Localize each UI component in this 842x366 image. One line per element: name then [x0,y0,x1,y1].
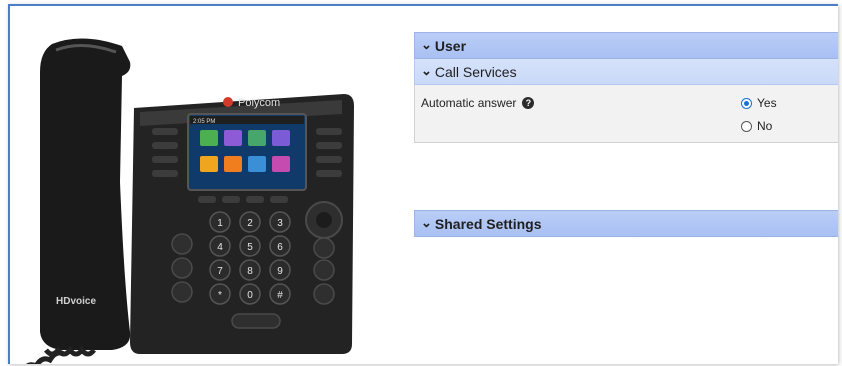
keypad-key-label: 3 [277,218,283,229]
shared-settings-label: Shared Settings [434,215,542,232]
phone-brand: Polycom [238,97,280,109]
keypad-key-label: # [277,290,283,301]
radio-yes-button[interactable] [741,97,752,109]
automatic-answer-label: Automatic answer [421,96,517,110]
chevron-down-icon: ⌄ [421,214,432,230]
shared-settings-section: ⌄ Shared Settings [414,210,838,237]
keypad-key-label: 9 [277,266,283,277]
phone-illustration: HDvoice Polycom 2:05 PM 1 2 34 5 67 8 9*… [26,38,354,364]
radio-no[interactable]: No [741,119,772,133]
call-services-header[interactable]: ⌄ Call Services [414,59,838,85]
keypad-key-label: * [218,290,222,301]
radio-no-label: No [757,119,773,133]
screen-time: 2:05 PM [193,119,215,125]
keypad-key-label: 0 [247,290,253,301]
settings-panel: ⌄ User ⌄ Call Services Automatic answer … [414,32,838,143]
help-icon[interactable]: ? [522,97,535,109]
radio-yes[interactable]: Yes [741,96,777,110]
keypad-key-label: 6 [277,242,283,253]
radio-yes-label: Yes [757,96,777,110]
keypad-key-label: 8 [247,266,253,277]
keypad-key-label: 5 [247,242,253,253]
shared-settings-header[interactable]: ⌄ Shared Settings [414,210,838,237]
keypad-key-label: 2 [247,218,253,229]
chevron-down-icon: ⌄ [421,62,432,78]
window-frame: HDvoice Polycom 2:05 PM 1 2 3 4 5 6 7 8 … [8,4,838,364]
keypad-key-label: 7 [217,266,223,277]
hdvoice-badge: HDvoice [56,296,96,307]
automatic-answer-label-wrap: Automatic answer ? [421,96,535,110]
radio-no-button[interactable] [741,120,752,132]
keypad-key-label: 4 [217,242,223,253]
user-section-label: User [434,37,467,54]
automatic-answer-setting: Automatic answer ? Yes No [414,85,838,143]
chevron-down-icon: ⌄ [421,36,432,52]
call-services-label: Call Services [434,63,517,80]
phone-image: HDvoice Polycom 2:05 PM 1 2 3 4 5 6 7 8 … [12,32,362,364]
user-section-header[interactable]: ⌄ User [414,32,838,59]
keypad-key-label: 1 [217,218,223,229]
